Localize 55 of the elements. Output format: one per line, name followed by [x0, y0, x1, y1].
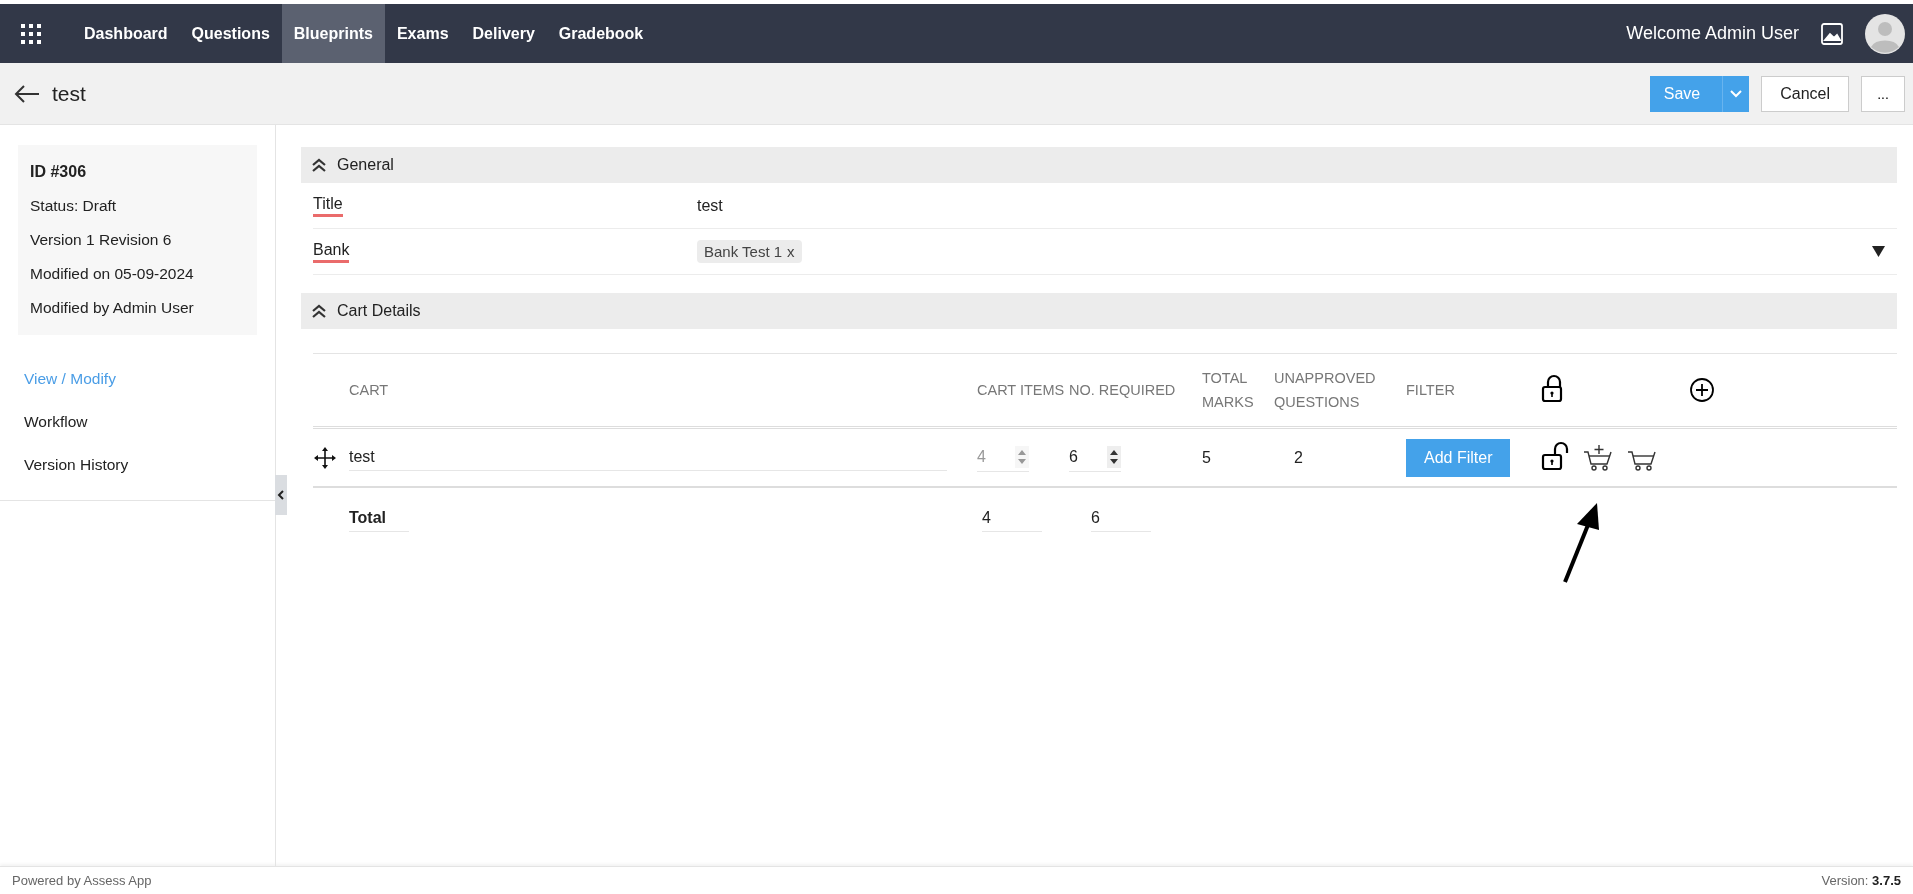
section-title: Cart Details [337, 302, 421, 320]
sidebar-link[interactable]: Workflow [24, 400, 88, 443]
sidebar-link[interactable]: Version History [24, 443, 129, 486]
info-line: Version 1 Revision 6 [30, 230, 173, 250]
add-circle-icon[interactable] [1689, 377, 1715, 403]
avatar-icon[interactable] [1865, 13, 1905, 54]
nav-tab[interactable]: Delivery [460, 4, 547, 63]
column-header: NO. REQUIRED [1069, 381, 1177, 400]
info-line: Modified on 05-09-2024 [30, 264, 195, 284]
powered-by-text: Powered by Assess App [12, 873, 152, 888]
tag-label: Bank Test 1 [704, 243, 783, 260]
total-no-required: 6 [1091, 504, 1151, 532]
section-header[interactable]: General [301, 147, 1897, 183]
total-marks-cell-text: 5 [1202, 448, 1212, 467]
more-button[interactable]: ... [1861, 75, 1905, 112]
column-header: TOTAL MARKS [1202, 369, 1255, 412]
double-chevron-icon[interactable] [311, 303, 327, 319]
double-chevron-icon[interactable] [311, 157, 327, 173]
info-line: Modified by Admin User [30, 298, 195, 318]
nav-tab[interactable]: Exams [384, 4, 461, 63]
nav-tab[interactable]: Dashboard [72, 4, 180, 63]
padlock-open-icon[interactable] [1539, 440, 1569, 471]
column-header: CART [349, 381, 390, 400]
field-label: Title [313, 194, 343, 217]
caret-icon[interactable] [1729, 88, 1744, 99]
version-text: Version: 3.7.5 [1821, 873, 1901, 888]
unapproved-cell-text: 2 [1293, 448, 1304, 467]
nav-tab[interactable]: Questions [179, 4, 282, 63]
dropdown-triangle-icon[interactable] [1872, 246, 1885, 257]
nav-tab[interactable]: Gradebook [546, 4, 656, 63]
collapse-handle[interactable] [275, 475, 287, 515]
welcome-text: Welcome Admin User [1626, 23, 1799, 44]
cart-plus-icon[interactable] [1583, 443, 1613, 472]
cart-name-field[interactable]: test [349, 444, 947, 471]
total-label: Total [349, 504, 409, 532]
image-icon[interactable] [1821, 22, 1843, 45]
chevron-left-icon[interactable] [277, 489, 285, 501]
nav-tab[interactable]: Blueprints [281, 4, 385, 63]
section-header[interactable]: Cart Details [301, 293, 1897, 329]
no-required-spinner[interactable]: 6 [1069, 443, 1121, 472]
total-cart-items: 4 [982, 504, 1042, 532]
info-line: Status: Draft [30, 196, 118, 216]
cancel-button[interactable]: Cancel [1761, 75, 1849, 112]
tag-remove[interactable]: x [787, 243, 795, 260]
back-arrow-icon[interactable] [14, 83, 40, 104]
column-header: UNAPPROVED QUESTIONS [1274, 369, 1377, 412]
column-header: CART ITEMS [977, 381, 1066, 400]
field-label: Bank [313, 240, 350, 263]
column-header: FILTER [1406, 381, 1456, 400]
page-title: test [52, 81, 86, 106]
section-title: General [337, 156, 394, 174]
blueprint-id: ID #306 [30, 162, 88, 182]
spinner-arrows-icon[interactable] [1107, 446, 1121, 468]
title-field[interactable]: test [697, 196, 1897, 215]
move-icon[interactable] [313, 445, 337, 470]
